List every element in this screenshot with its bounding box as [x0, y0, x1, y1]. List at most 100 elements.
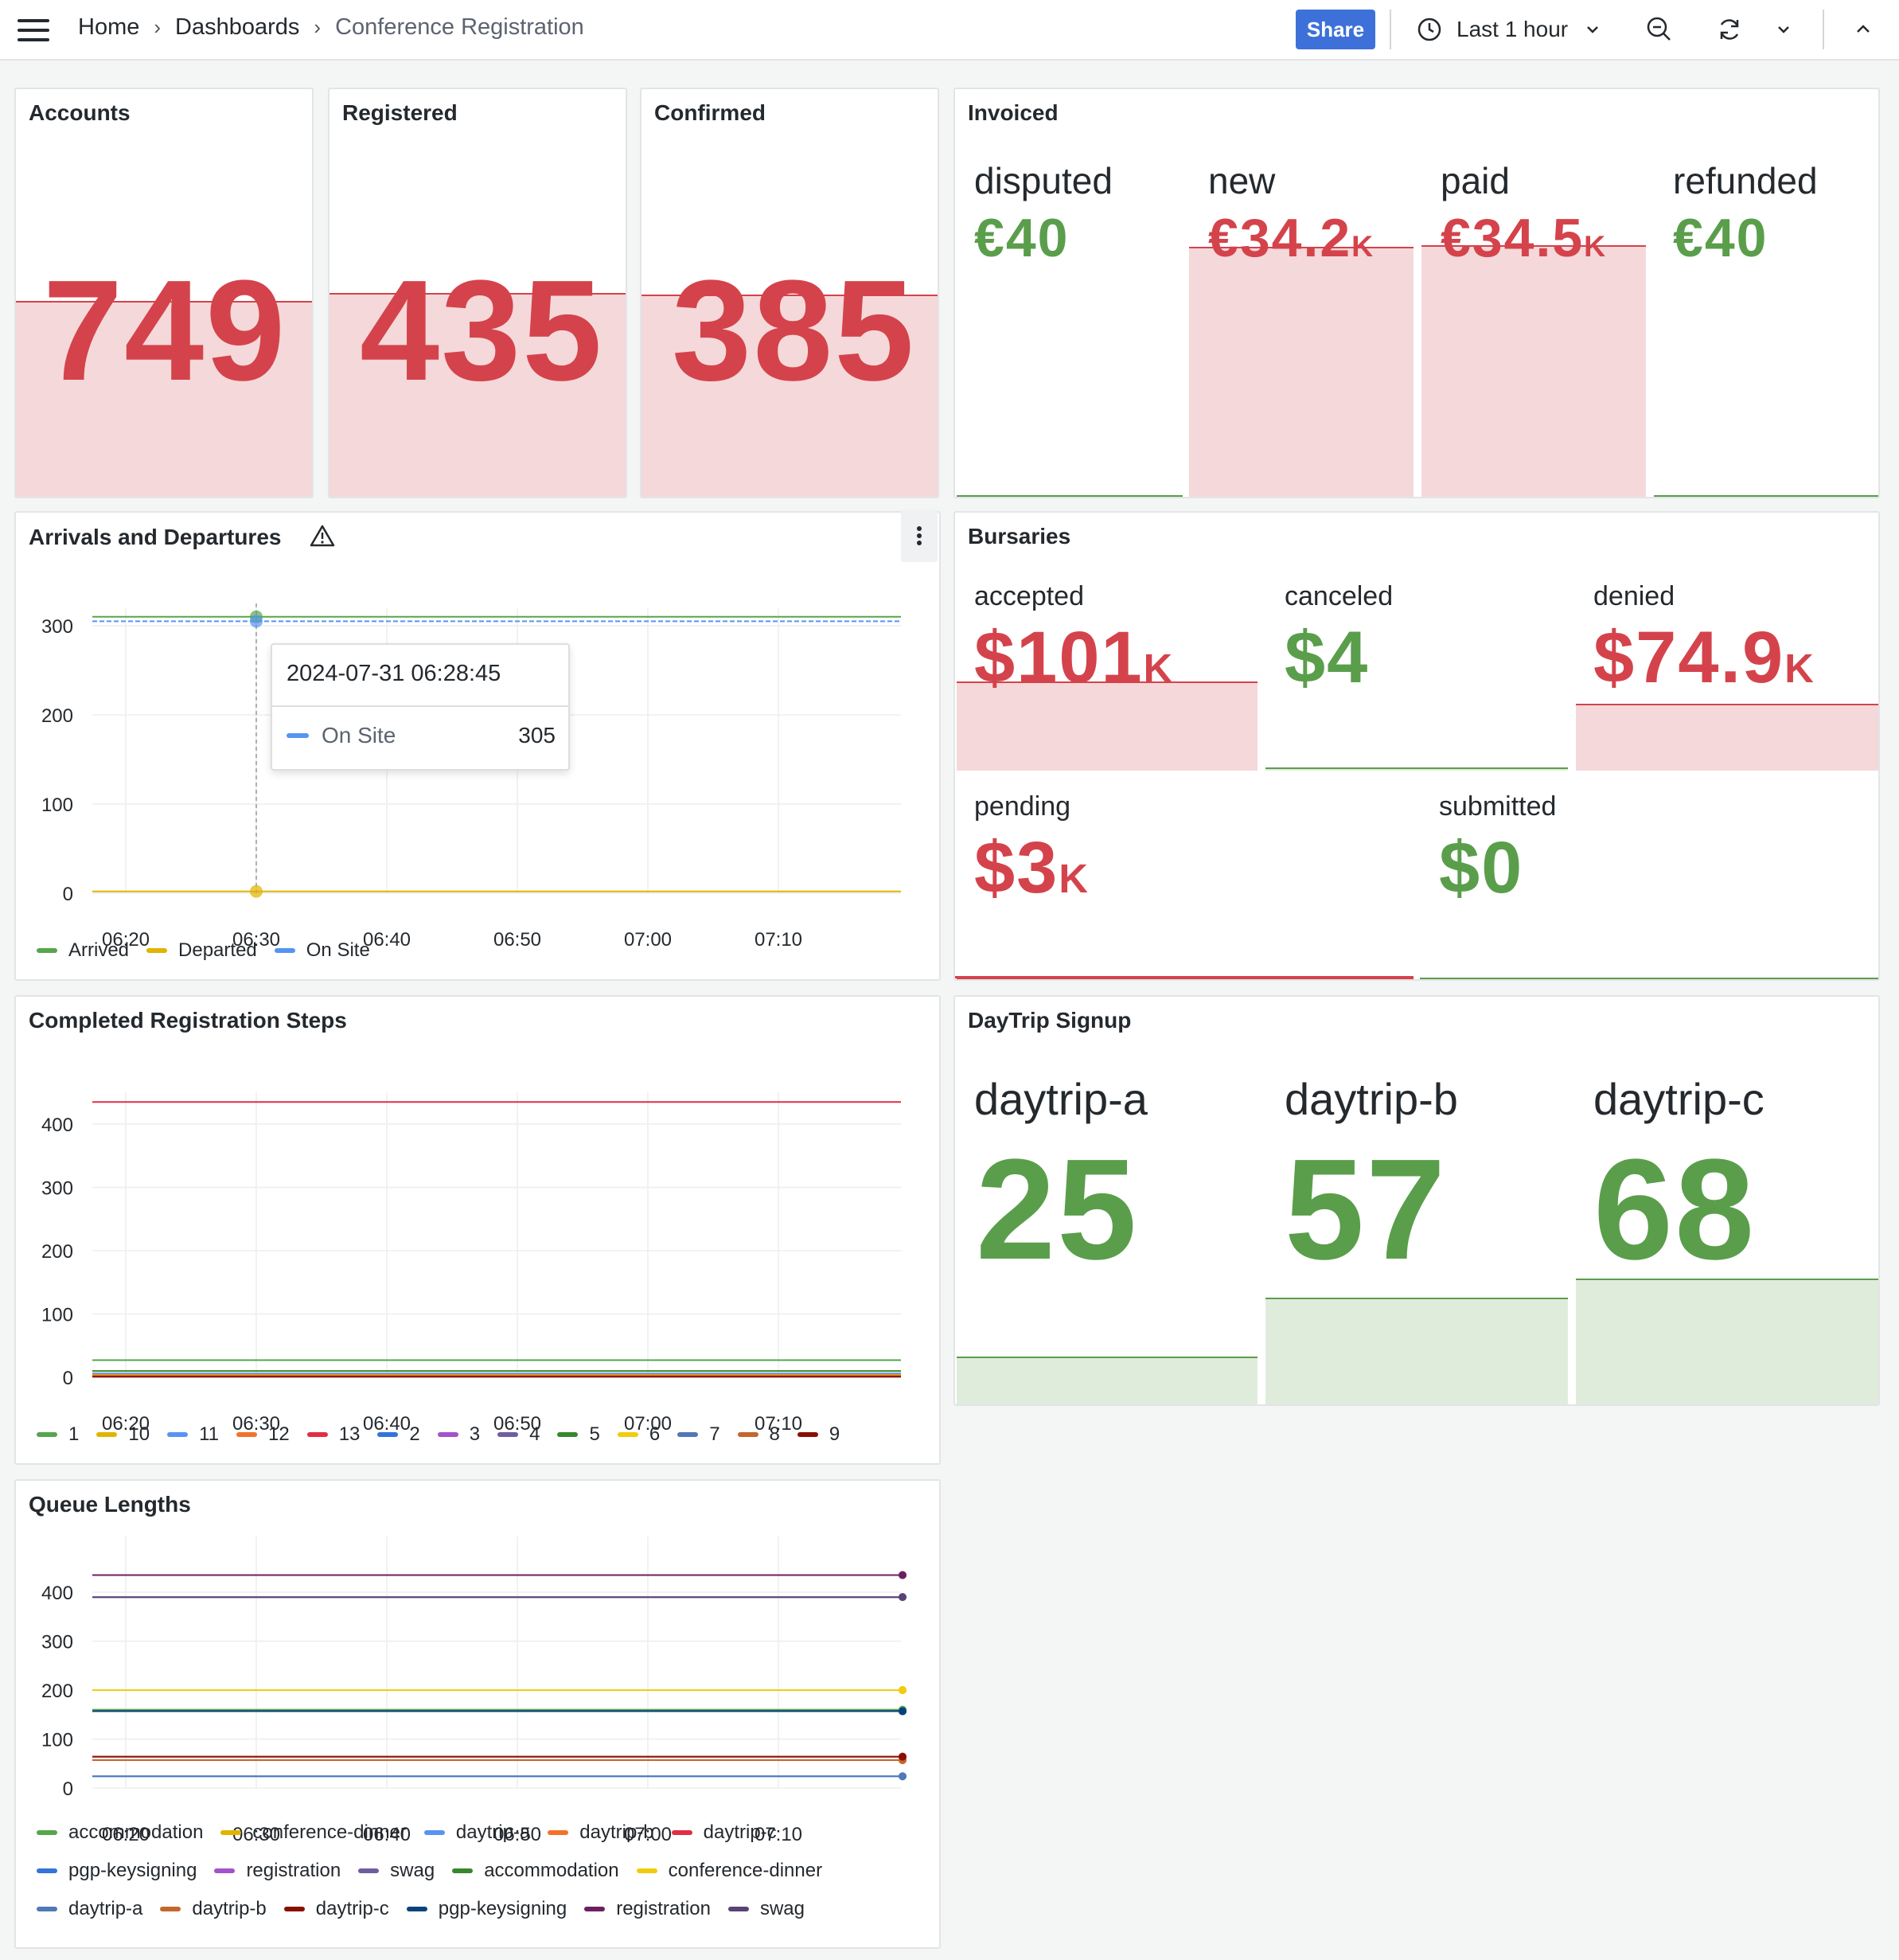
legend-item[interactable]: conference-dinner	[220, 1821, 407, 1844]
legend-item[interactable]: 5	[557, 1423, 600, 1446]
legend-item[interactable]: 2	[377, 1423, 420, 1446]
legend-swatch	[617, 1432, 638, 1437]
legend-item[interactable]: conference-dinner	[636, 1860, 823, 1882]
legend-item[interactable]: 11	[167, 1423, 219, 1446]
bursary-canceled-label: canceled	[1285, 581, 1394, 611]
legend-item[interactable]: 12	[236, 1423, 290, 1446]
legend-item[interactable]: daytrip-b	[548, 1821, 654, 1844]
legend-label: daytrip-c	[315, 1898, 389, 1919]
refresh-icon[interactable]	[1711, 11, 1748, 48]
accounts-panel: Accounts 749	[14, 88, 314, 498]
chart-tooltip: 2024-07-31 06:28:45 On Site 305	[271, 643, 570, 771]
daytrip-c-value: 68	[1593, 1130, 1757, 1290]
bursary-submitted-value: $0	[1439, 826, 1523, 910]
divider	[1823, 10, 1824, 49]
legend-swatch	[37, 1432, 57, 1437]
menu-icon[interactable]	[18, 19, 49, 41]
stat-background-fill	[1576, 704, 1878, 771]
hover-point	[250, 615, 263, 628]
legend-item[interactable]: 13	[306, 1423, 361, 1446]
legend-label: 7	[709, 1423, 720, 1445]
legend-item[interactable]: swag	[358, 1860, 435, 1882]
bursary-pending-label: pending	[974, 791, 1071, 822]
legend-swatch	[37, 1830, 57, 1835]
daytrip-b-value: 57	[1285, 1130, 1448, 1290]
invoiced-panel: Invoiced disputed €40 new €34.2K paid €3…	[953, 88, 1880, 498]
legend-swatch	[96, 1432, 118, 1437]
legend-item[interactable]: registration	[214, 1860, 341, 1882]
y-tick-label: 0	[63, 884, 73, 905]
legend-item[interactable]: 8	[737, 1423, 780, 1446]
legend-item[interactable]: 1	[37, 1423, 79, 1446]
legend-item[interactable]: 3	[437, 1423, 480, 1446]
legend-label: 13	[338, 1423, 361, 1445]
legend-item[interactable]: 7	[677, 1423, 720, 1446]
legend-item[interactable]: Arrived	[37, 939, 129, 962]
chart-legend: 1 10 11 12 13 2 3 4 5 6 7 8 9	[37, 1423, 857, 1462]
refresh-interval-chevron-icon[interactable]	[1765, 11, 1802, 48]
value-unit: K	[1784, 646, 1815, 691]
legend-item[interactable]: daytrip-a	[423, 1821, 530, 1844]
clock-icon	[1417, 18, 1441, 41]
legend-item[interactable]: daytrip-b	[160, 1898, 267, 1920]
registered-panel: Registered 435	[328, 88, 627, 498]
legend-item[interactable]: 9	[797, 1423, 840, 1446]
panel-title: Accounts	[29, 100, 131, 125]
breadcrumb-dashboards[interactable]: Dashboards	[175, 14, 299, 41]
panel-menu-kebab-icon[interactable]	[901, 510, 938, 562]
queue-lengths-panel: Queue Lengths 0 100 200 300 400 06:20 06:30 06:…	[14, 1479, 941, 1949]
breadcrumb-home[interactable]: Home	[78, 14, 139, 41]
stat-background-fill	[1421, 979, 1880, 981]
legend-item[interactable]: daytrip-a	[37, 1898, 142, 1920]
divider	[1390, 10, 1391, 49]
daytrip-c-label: daytrip-c	[1593, 1074, 1764, 1124]
legend-item[interactable]: pgp-keysigning	[37, 1860, 197, 1882]
stat-background-fill	[1654, 495, 1878, 497]
legend-item[interactable]: 6	[617, 1423, 660, 1446]
value-unit: K	[1351, 229, 1375, 263]
zoom-out-icon[interactable]	[1641, 11, 1678, 48]
breadcrumb-separator: ›	[154, 15, 162, 39]
legend-swatch	[146, 948, 168, 953]
legend-item[interactable]: daytrip-c	[283, 1898, 389, 1920]
legend-label: On Site	[306, 939, 370, 961]
tooltip-series-value: 305	[518, 723, 556, 748]
x-tick-label: 07:00	[624, 929, 672, 951]
y-tick-label: 400	[41, 1583, 73, 1604]
legend-item[interactable]: accommodation	[452, 1860, 619, 1882]
y-tick-label: 300	[41, 1632, 73, 1654]
legend-swatch	[37, 948, 57, 953]
y-tick-label: 100	[41, 1305, 73, 1326]
legend-item[interactable]: registration	[584, 1898, 711, 1920]
legend-label: conference-dinner	[668, 1860, 823, 1881]
panel-title: Bursaries	[968, 524, 1071, 549]
daytrip-b-label: daytrip-b	[1285, 1074, 1458, 1124]
legend-item[interactable]: On Site	[274, 939, 370, 962]
value-number: $3	[974, 827, 1059, 908]
submitted-underline	[1420, 978, 1878, 979]
legend-swatch	[37, 1868, 57, 1873]
legend-item[interactable]: pgp-keysigning	[406, 1898, 567, 1920]
registration-steps-chart[interactable]: 010020030040006:20 06:30 06:40 06:50 07:00 07…	[16, 997, 941, 1465]
legend-item[interactable]: swag	[727, 1898, 805, 1920]
bursaries-panel: Bursaries accepted $101K canceled $4 den…	[953, 511, 1880, 981]
collapse-chevron-up-icon[interactable]	[1845, 11, 1881, 48]
legend-swatch	[557, 1432, 579, 1437]
y-tick-label: 100	[41, 795, 73, 816]
legend-item[interactable]: daytrip-c	[671, 1821, 777, 1844]
y-tick-label: 0	[63, 1778, 73, 1800]
legend-item[interactable]: 10	[96, 1423, 150, 1446]
y-tick-label: 200	[41, 1241, 73, 1263]
legend-swatch	[737, 1432, 758, 1437]
legend-item[interactable]: Departed	[146, 939, 257, 962]
legend-swatch	[727, 1907, 749, 1911]
legend-label: 9	[829, 1423, 840, 1445]
legend-item[interactable]: accommodation	[37, 1821, 203, 1844]
bursary-accepted-label: accepted	[974, 581, 1084, 611]
legend-swatch	[636, 1868, 657, 1873]
share-button[interactable]: Share	[1296, 10, 1375, 49]
time-range-picker[interactable]: Last 1 hour	[1417, 11, 1601, 48]
legend-item[interactable]: 4	[497, 1423, 540, 1446]
legend-label: conference-dinner	[252, 1821, 407, 1843]
legend-swatch	[423, 1830, 445, 1835]
